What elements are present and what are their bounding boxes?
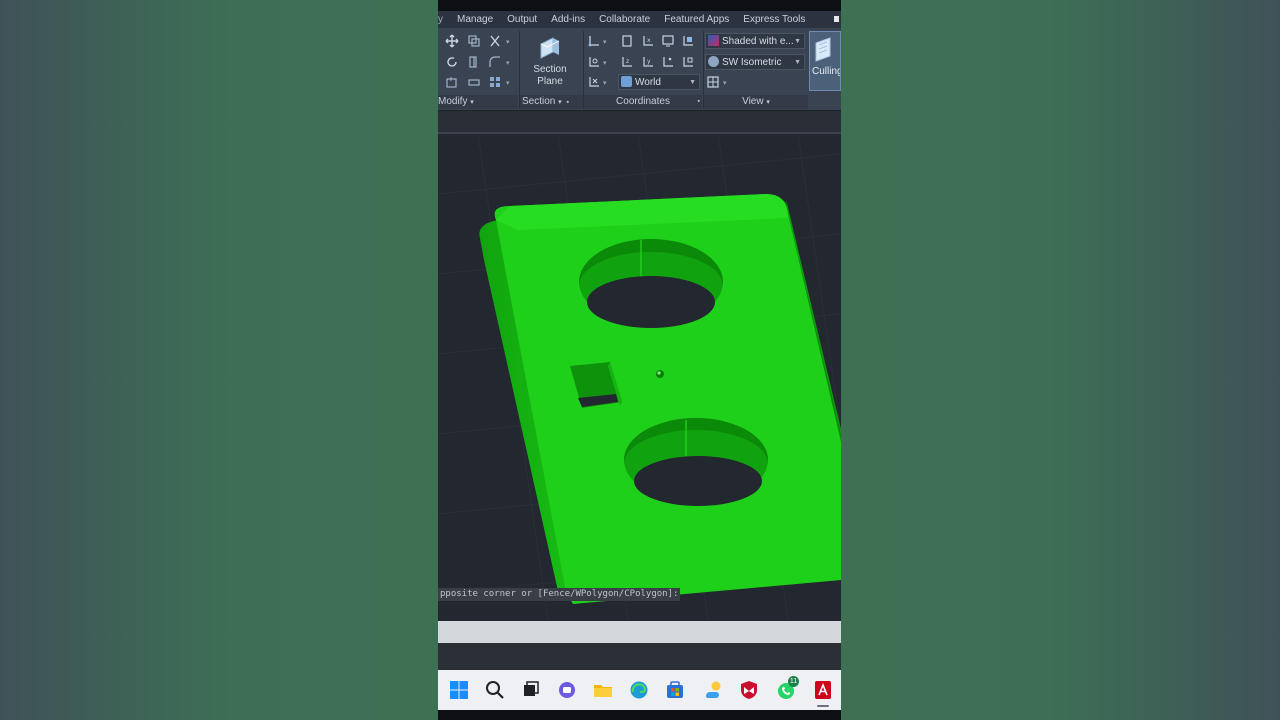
viewport-config-dropdown-icon[interactable]: ▾ <box>723 79 727 87</box>
ucs-face-icon[interactable] <box>620 34 634 48</box>
drawing-viewport[interactable] <box>438 134 841 620</box>
search-icon[interactable] <box>485 680 505 700</box>
right-blurred-background <box>841 0 1280 720</box>
isometric-view-icon <box>708 56 719 67</box>
mcafee-icon[interactable] <box>739 680 759 700</box>
fillet-dropdown-icon[interactable]: ▾ <box>506 59 510 67</box>
autocad-icon[interactable] <box>813 680 833 700</box>
tab-partial[interactable]: y <box>438 14 443 25</box>
section-plane-button[interactable]: Section Plane <box>526 32 574 92</box>
tab-output[interactable]: Output <box>507 14 537 25</box>
title-bar <box>438 0 841 11</box>
lower-circular-hole <box>624 418 768 506</box>
chevron-down-icon: ▼ <box>794 38 801 45</box>
view-preset-select[interactable]: SW Isometric ▼ <box>705 54 805 70</box>
panel-view-footer[interactable]: View ▾ <box>704 95 808 109</box>
ucs-y-icon[interactable]: y <box>641 55 655 69</box>
task-view-icon[interactable] <box>521 680 541 700</box>
culling-icon <box>815 37 831 62</box>
tab-featured-apps[interactable]: Featured Apps <box>664 14 729 25</box>
visual-style-icon <box>708 35 719 46</box>
chevron-down-icon: ▾ <box>558 99 562 106</box>
active-app-indicator <box>817 705 829 707</box>
windows-start-icon[interactable] <box>449 680 469 700</box>
panel-modify-footer[interactable]: Modify ▾ <box>438 95 518 109</box>
svg-text:z: z <box>626 58 629 65</box>
ucs-object-icon[interactable] <box>681 55 695 69</box>
autocad-window: y Manage Output Add-ins Collaborate Feat… <box>438 0 841 720</box>
tab-express-tools[interactable]: Express Tools <box>743 14 805 25</box>
model-canvas <box>438 134 841 620</box>
fillet-icon[interactable] <box>488 55 502 69</box>
ucs-origin-icon[interactable] <box>587 55 601 69</box>
ucs-dropdown-icon[interactable]: ▾ <box>603 38 607 46</box>
store-icon[interactable] <box>665 680 685 700</box>
ucs-icon[interactable] <box>587 34 601 48</box>
world-icon <box>621 76 632 87</box>
ucs-view-icon[interactable] <box>681 34 695 48</box>
tab-add-ins[interactable]: Add-ins <box>551 14 585 25</box>
ucs-x-icon[interactable]: x <box>641 34 655 48</box>
file-explorer-icon[interactable] <box>593 680 613 700</box>
chat-icon[interactable] <box>557 680 577 700</box>
array-dropdown-icon[interactable]: ▾ <box>506 79 510 87</box>
svg-text:x: x <box>647 37 651 44</box>
rotate-icon[interactable] <box>445 55 459 69</box>
move-icon[interactable] <box>445 34 459 48</box>
chevron-down-icon: ▼ <box>794 59 801 66</box>
scale-icon[interactable] <box>467 75 481 89</box>
panel-expand-icon: ▪ <box>566 99 569 106</box>
ribbon-tab-bar: y Manage Output Add-ins Collaborate Feat… <box>438 11 841 28</box>
command-line-input[interactable] <box>438 621 841 643</box>
visual-style-select[interactable]: Shaded with e... ▼ <box>705 33 805 49</box>
panel-coordinates-footer[interactable]: Coordinates ▪ <box>584 95 702 109</box>
tab-manage[interactable]: Manage <box>457 14 493 25</box>
trim-dropdown-icon[interactable]: ▾ <box>506 38 510 46</box>
stretch-icon[interactable] <box>445 75 459 89</box>
culling-button[interactable]: Culling <box>809 31 841 91</box>
ucs-z-icon[interactable]: z <box>620 55 634 69</box>
windows-taskbar: 11 <box>438 670 841 710</box>
left-blurred-background <box>0 0 438 720</box>
panel-section-footer[interactable]: Section ▾ ▪ <box>520 95 584 109</box>
svg-text:y: y <box>647 58 651 65</box>
ucs-origin-dropdown-icon[interactable]: ▾ <box>603 59 607 67</box>
green-plate-model[interactable] <box>479 194 841 604</box>
window-box-icon[interactable] <box>834 16 839 22</box>
array-icon[interactable] <box>488 75 502 89</box>
mirror-icon[interactable] <box>467 55 481 69</box>
file-tab-bar <box>438 111 841 132</box>
status-area <box>438 643 841 670</box>
viewport-config-icon[interactable] <box>706 75 720 89</box>
ucs-world-dropdown-icon[interactable]: ▾ <box>603 79 607 87</box>
ribbon: ▾ ▾ ▾ Modify ▾ Section Plane Section ▾ ▪ <box>438 28 841 111</box>
chevron-down-icon: ▼ <box>689 79 696 86</box>
trim-icon[interactable] <box>488 34 502 48</box>
command-line-history: pposite corner or [Fence/WPolygon/CPolyg… <box>438 588 681 601</box>
ucs-world-icon[interactable] <box>587 75 601 89</box>
panel-expand-icon: ▪ <box>697 98 700 105</box>
ucs-select[interactable]: World ▼ <box>618 74 700 90</box>
tab-collaborate[interactable]: Collaborate <box>599 14 650 25</box>
ucs-3point-icon[interactable] <box>661 55 675 69</box>
edge-icon[interactable] <box>629 680 649 700</box>
whatsapp-badge: 11 <box>788 676 799 687</box>
screen-bottom-edge <box>438 710 841 720</box>
chevron-down-icon: ▾ <box>766 99 770 106</box>
copy-icon[interactable] <box>467 34 481 48</box>
ucs-named-icon[interactable] <box>661 34 675 48</box>
upper-circular-hole <box>579 239 723 328</box>
chevron-down-icon: ▾ <box>470 99 474 106</box>
weather-icon[interactable] <box>703 680 723 700</box>
section-plane-icon <box>540 37 560 59</box>
